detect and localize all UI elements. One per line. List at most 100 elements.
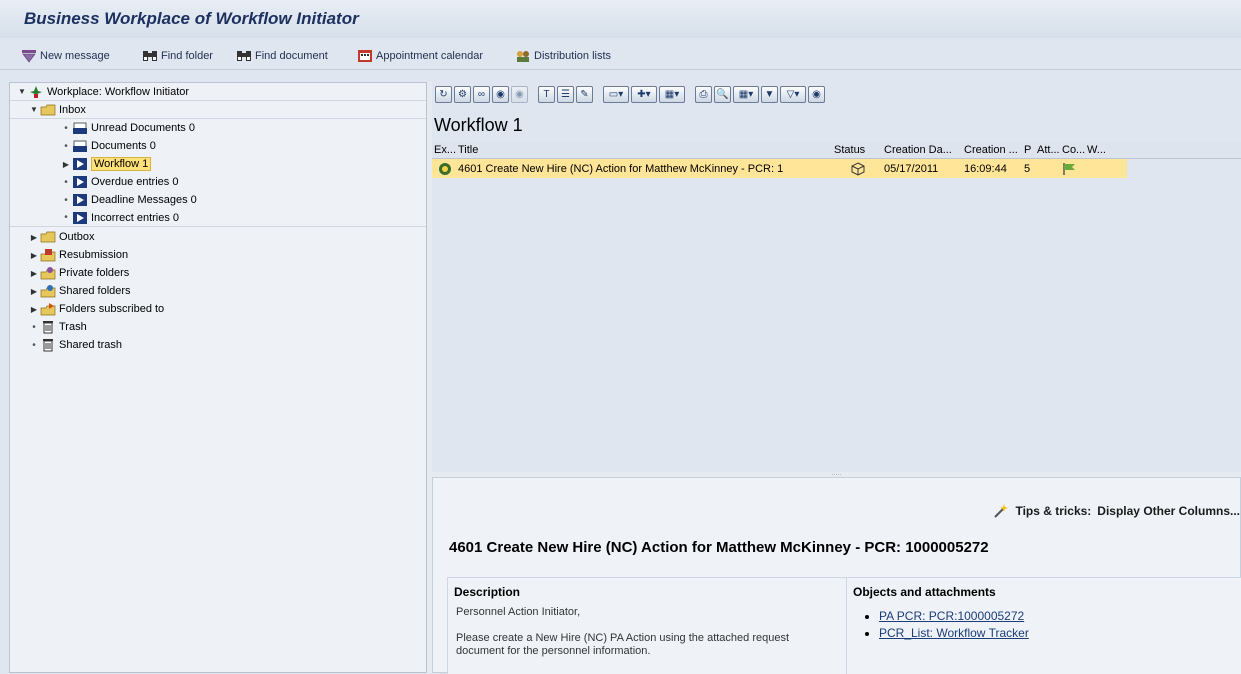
folder-tree: ▼ Workplace: Workflow Initiator ▼ Inbox … xyxy=(9,82,427,673)
list-panel: ↻ ⚙ ∞ ◉ ◉ T ☰ ✎ ▭▾ ✚▾ ▦▾ ⎙ 🔍 ▦▾ ▼ ▽▾ ◉ W… xyxy=(432,82,1241,472)
attachments-list: PA PCR: PCR:1000005272 PCR_List: Workflo… xyxy=(867,608,1029,642)
attachment-link-pa-pcr[interactable]: PA PCR: PCR:1000005272 xyxy=(879,609,1024,623)
action-dropdown-icon[interactable]: ▭▾ xyxy=(603,85,629,103)
appointment-calendar-button[interactable]: Appointment calendar xyxy=(357,47,483,65)
tree-label-outbox: Outbox xyxy=(59,231,95,243)
tree-node-incorrect[interactable]: • Incorrect entries 0 xyxy=(10,209,426,227)
expand-down-icon[interactable]: ▼ xyxy=(16,87,28,96)
binoculars-icon xyxy=(143,51,157,61)
filter-icon[interactable]: ▼ xyxy=(761,85,778,103)
column-header-creation-time[interactable]: Creation ... xyxy=(962,142,1022,158)
structure-dropdown-icon[interactable]: ▦▾ xyxy=(659,85,685,103)
tree-node-resubmission[interactable]: ▶ Resubmission xyxy=(10,246,426,264)
tree-node-overdue[interactable]: • Overdue entries 0 xyxy=(10,173,426,191)
appointment-calendar-label: Appointment calendar xyxy=(376,50,484,62)
create-dropdown-icon[interactable]: ✚▾ xyxy=(631,85,657,103)
detail-panel: Tips & tricks: Display Other Columns... … xyxy=(432,477,1241,674)
find-document-label: Find document xyxy=(255,50,328,62)
attachment-link-pcr-list[interactable]: PCR_List: Workflow Tracker xyxy=(879,626,1029,640)
execute-icon[interactable]: ⚙ xyxy=(454,85,471,103)
expand-right-icon[interactable]: ▶ xyxy=(28,287,40,296)
tree-node-deadline[interactable]: • Deadline Messages 0 xyxy=(10,191,426,209)
tree-node-trash[interactable]: • Trash xyxy=(10,318,426,336)
column-header-status[interactable]: Status xyxy=(832,142,882,158)
tree-node-shared-trash[interactable]: • Shared trash xyxy=(10,336,426,354)
column-header-ex[interactable]: Ex... xyxy=(432,142,456,158)
status-icon xyxy=(832,159,882,178)
distribution-lists-label: Distribution lists xyxy=(534,50,612,62)
calendar-icon xyxy=(358,50,372,62)
row-title: 4601 Create New Hire (NC) Action for Mat… xyxy=(458,162,784,175)
filter-dropdown-icon[interactable]: ▽▾ xyxy=(780,85,806,103)
expand-right-icon[interactable]: ▶ xyxy=(28,233,40,242)
detail-heading: 4601 Create New Hire (NC) Action for Mat… xyxy=(449,539,989,556)
notes-icon[interactable]: ✎ xyxy=(576,85,593,103)
description-line1: Personnel Action Initiator, xyxy=(456,606,581,618)
layout-dropdown-icon[interactable]: ▦▾ xyxy=(733,85,759,103)
print-icon[interactable]: ⎙ xyxy=(695,85,712,103)
list-icon[interactable]: ☰ xyxy=(557,85,574,103)
tree-label-overdue: Overdue entries 0 xyxy=(91,176,179,188)
tree-node-root[interactable]: ▼ Workplace: Workflow Initiator xyxy=(10,83,426,101)
find-folder-label: Find folder xyxy=(161,50,213,62)
column-header-title[interactable]: Title xyxy=(456,142,832,158)
tree-label-inbox: Inbox xyxy=(59,103,86,116)
tree-node-inbox[interactable]: ▼ Inbox xyxy=(10,101,426,119)
tree-node-unread[interactable]: • Unread Documents 0 xyxy=(10,119,426,137)
row-attachments xyxy=(1035,159,1060,178)
tree-node-shared-folders[interactable]: ▶ Shared folders xyxy=(10,282,426,300)
link-icon[interactable]: ∞ xyxy=(473,85,490,103)
objects-title: Objects and attachments xyxy=(853,585,996,599)
shared-folder-icon xyxy=(40,285,56,298)
text-icon[interactable]: T xyxy=(538,85,555,103)
column-header-attachments[interactable]: Att... xyxy=(1035,142,1060,158)
refresh-icon[interactable]: ↻ xyxy=(435,85,452,103)
expand-right-icon[interactable]: ▶ xyxy=(60,160,72,169)
find-folder-button[interactable]: Find folder xyxy=(142,47,213,65)
disabled-object-icon: ◉ xyxy=(511,85,528,103)
magic-wand-icon xyxy=(994,504,1009,518)
row-w xyxy=(1085,159,1115,178)
attachment-item: PA PCR: PCR:1000005272 xyxy=(879,608,1029,625)
tree-node-private-folders[interactable]: ▶ Private folders xyxy=(10,264,426,282)
tree-label-workflow: Workflow 1 xyxy=(91,157,152,171)
new-message-button[interactable]: New message xyxy=(21,47,110,65)
print-preview-icon[interactable]: 🔍 xyxy=(714,85,731,103)
subscribed-folder-icon xyxy=(40,303,56,316)
binoculars-icon xyxy=(237,51,251,61)
workflow-icon xyxy=(73,176,87,188)
display-other-columns-link[interactable]: Display Other Columns... xyxy=(1097,504,1240,518)
object-icon[interactable]: ◉ xyxy=(492,85,509,103)
column-header-creation-date[interactable]: Creation Da... xyxy=(882,142,962,158)
column-header-co[interactable]: Co... xyxy=(1060,142,1085,158)
expand-right-icon[interactable]: ▶ xyxy=(28,269,40,278)
tree-node-documents[interactable]: • Documents 0 xyxy=(10,137,426,155)
resubmission-icon xyxy=(40,249,56,262)
tree-node-subscribed-folders[interactable]: ▶ Folders subscribed to xyxy=(10,300,426,318)
description-text: Personnel Action Initiator, Please creat… xyxy=(456,606,836,658)
document-tray-icon xyxy=(73,140,87,152)
tips-label: Tips & tricks: xyxy=(1015,504,1092,518)
find-icon[interactable]: ◉ xyxy=(808,85,825,103)
column-header-w[interactable]: W... xyxy=(1085,142,1115,158)
find-document-button[interactable]: Find document xyxy=(236,47,328,65)
column-header-priority[interactable]: P xyxy=(1022,142,1035,158)
expand-down-icon[interactable]: ▼ xyxy=(28,105,40,114)
workplace-icon xyxy=(30,85,42,98)
inbox-folder-icon xyxy=(40,104,56,115)
tree-label-incorrect: Incorrect entries 0 xyxy=(91,211,180,224)
expand-right-icon[interactable]: ▶ xyxy=(28,305,40,314)
expand-right-icon[interactable]: ▶ xyxy=(28,251,40,260)
workflow-icon xyxy=(73,158,87,170)
new-message-label: New message xyxy=(40,50,110,62)
outbox-folder-icon xyxy=(40,231,56,243)
tree-node-workflow[interactable]: ▶ Workflow 1 xyxy=(10,155,426,173)
tree-label-private-folders: Private folders xyxy=(59,267,130,279)
row-creation-time: 16:09:44 xyxy=(964,162,1007,175)
objects-box: Objects and attachments PA PCR: PCR:1000… xyxy=(846,577,1241,674)
tree-node-outbox[interactable]: ▶ Outbox xyxy=(10,228,426,246)
distribution-lists-button[interactable]: Distribution lists xyxy=(515,47,611,65)
table-row[interactable]: 4601 Create New Hire (NC) Action for Mat… xyxy=(432,159,1127,178)
trash-icon xyxy=(43,339,53,352)
tree-label-resubmission: Resubmission xyxy=(59,249,129,261)
